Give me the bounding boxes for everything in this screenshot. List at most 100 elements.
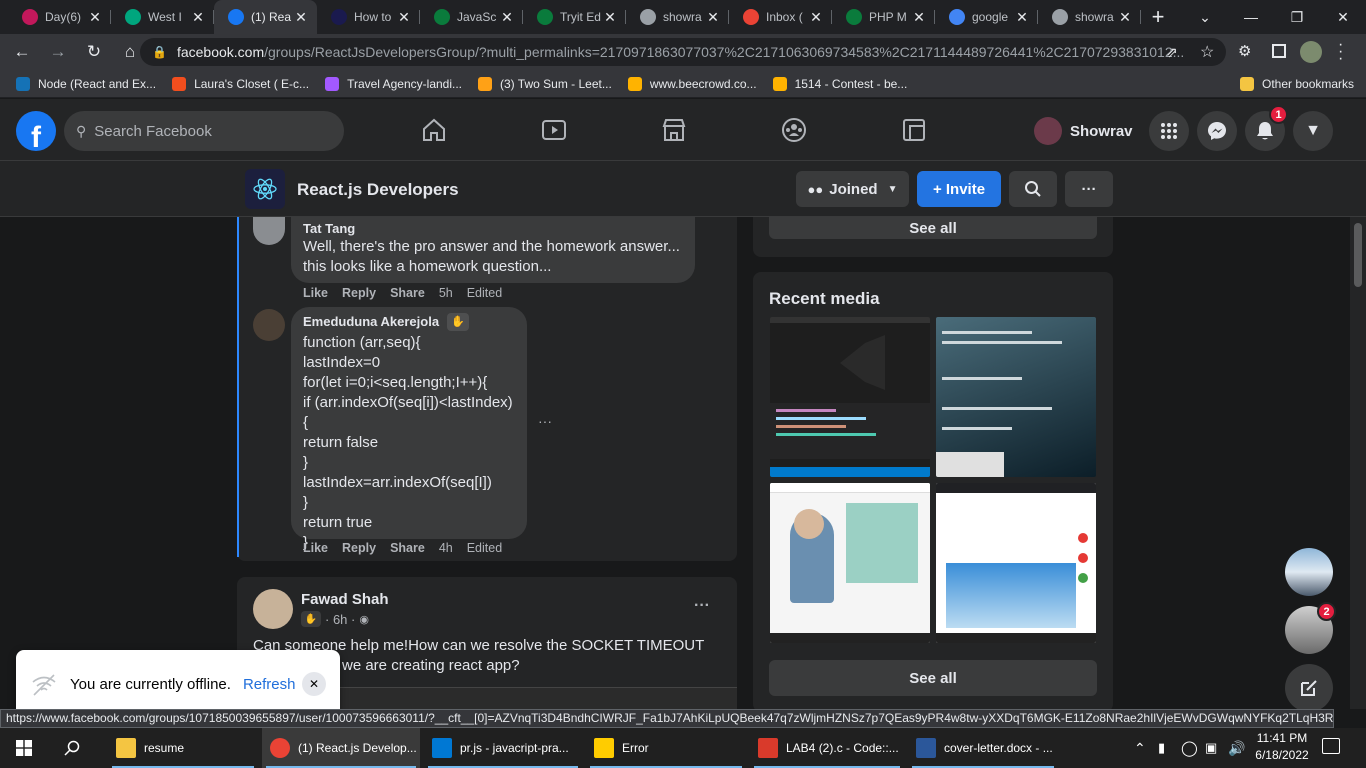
like-button[interactable]: Like <box>303 541 328 555</box>
media-thumbnail[interactable] <box>936 317 1096 477</box>
windows-start-icon[interactable] <box>0 728 48 768</box>
other-bookmarks[interactable]: Other bookmarks <box>1240 76 1354 91</box>
media-thumbnail[interactable] <box>770 317 930 477</box>
refresh-link[interactable]: Refresh <box>243 676 296 693</box>
user-profile-chip[interactable]: Showrav <box>1034 113 1133 149</box>
see-all-button[interactable]: See all <box>769 660 1097 696</box>
side-panel-icon[interactable] <box>1272 44 1286 58</box>
tab-close-icon[interactable]: ✕ <box>808 9 824 26</box>
close-icon[interactable]: ✕ <box>302 672 326 696</box>
bookmark-item[interactable]: Laura's Closet ( E-c... <box>172 76 309 91</box>
browser-tab[interactable]: PHP M ✕ <box>832 0 935 34</box>
account-chevron-down-icon[interactable]: ▼ <box>1293 111 1333 151</box>
invite-button[interactable]: + Invite <box>917 171 1001 207</box>
browser-tab[interactable]: Day(6) ✕ <box>8 0 111 34</box>
media-thumbnail[interactable] <box>770 483 930 643</box>
browser-tab[interactable]: showra ✕ <box>1038 0 1141 34</box>
browser-tab[interactable]: How to ✕ <box>317 0 420 34</box>
post-options-button[interactable]: ··· <box>694 597 710 615</box>
comment-options-icon[interactable]: ··· <box>538 413 552 429</box>
page-scrollbar[interactable] <box>1350 217 1366 709</box>
comment-author[interactable]: Emeduduna Akerejola <box>303 314 439 330</box>
tab-close-icon[interactable]: ✕ <box>911 9 927 26</box>
network-globe-icon[interactable]: ◯ <box>1181 739 1198 757</box>
tab-close-icon[interactable]: ✕ <box>705 9 721 26</box>
keyboard-icon[interactable]: ▣ <box>1205 740 1217 756</box>
post-time[interactable]: · 6h · <box>325 612 355 627</box>
scrollbar-thumb[interactable] <box>1354 223 1362 287</box>
tab-close-icon[interactable]: ✕ <box>396 9 412 26</box>
avatar[interactable] <box>253 309 285 341</box>
joined-button[interactable]: ●● Joined ▼ <box>796 171 909 207</box>
tab-close-icon[interactable]: ✕ <box>499 9 515 26</box>
minimize-button[interactable]: — <box>1228 0 1274 34</box>
taskbar-app[interactable]: (1) React.js Develop... <box>262 728 420 768</box>
search-input[interactable]: ⚲ Search Facebook <box>64 111 344 151</box>
tab-search-chevron-icon[interactable]: ⌄ <box>1182 0 1228 34</box>
groups-nav-icon[interactable] <box>738 99 850 161</box>
taskbar-app[interactable]: pr.js - javacript-pra... <box>424 728 582 768</box>
share-icon[interactable]: ⇗ <box>1166 44 1178 61</box>
group-more-button[interactable]: ··· <box>1065 171 1113 207</box>
bookmark-item[interactable]: Travel Agency-landi... <box>325 76 462 91</box>
tab-close-icon[interactable]: ✕ <box>1014 9 1030 26</box>
gaming-nav-icon[interactable] <box>858 99 970 161</box>
back-arrow-icon[interactable]: ← <box>6 36 38 68</box>
taskbar-app[interactable]: LAB4 (2).c - Code::... <box>750 728 904 768</box>
browser-tab[interactable]: JavaSc ✕ <box>420 0 523 34</box>
profile-avatar[interactable] <box>1300 41 1322 63</box>
taskbar-app[interactable]: resume <box>108 728 258 768</box>
tab-close-icon[interactable]: ✕ <box>602 9 618 26</box>
home-nav-icon[interactable] <box>378 99 490 161</box>
browser-menu-icon[interactable]: · · · <box>1338 37 1343 67</box>
comment-time[interactable]: 5h <box>439 286 453 300</box>
group-thumbnail[interactable] <box>245 169 285 209</box>
bookmark-item[interactable]: www.beecrowd.co... <box>627 76 757 91</box>
browser-tab[interactable]: West I ✕ <box>111 0 214 34</box>
reply-button[interactable]: Reply <box>342 286 376 300</box>
star-icon[interactable]: ☆ <box>1200 42 1214 62</box>
tab-close-icon[interactable]: ✕ <box>1117 9 1133 26</box>
browser-tab[interactable]: google ✕ <box>935 0 1038 34</box>
clock[interactable]: 11:41 PM 6/18/2022 <box>1252 730 1312 764</box>
like-button[interactable]: Like <box>303 286 328 300</box>
notification-center-icon[interactable] <box>1322 738 1340 754</box>
reply-button[interactable]: Reply <box>342 541 376 555</box>
tab-close-icon[interactable]: ✕ <box>87 9 103 26</box>
messenger-icon[interactable] <box>1197 111 1237 151</box>
bookmark-item[interactable]: Node (React and Ex... <box>16 76 156 91</box>
browser-tab[interactable]: Inbox (✕ <box>729 0 832 34</box>
browser-tab[interactable]: Tryit Ed ✕ <box>523 0 626 34</box>
tab-close-icon[interactable]: ✕ <box>293 9 309 26</box>
battery-icon[interactable]: ▮ <box>1158 740 1165 756</box>
forward-arrow-icon[interactable]: → <box>42 36 74 68</box>
see-all-button[interactable]: See all <box>769 217 1097 239</box>
comment-author[interactable]: Tat Tang <box>303 221 683 237</box>
extensions-icon[interactable]: ⚙ <box>1238 42 1251 60</box>
address-bar[interactable]: 🔒 facebook.com/groups/ReactJsDevelopersG… <box>140 38 1226 66</box>
volume-icon[interactable]: 🔊 <box>1228 740 1245 757</box>
post-author[interactable]: Fawad Shah <box>301 591 389 608</box>
marketplace-nav-icon[interactable] <box>618 99 730 161</box>
avatar[interactable] <box>253 589 293 629</box>
share-button[interactable]: Share <box>390 286 425 300</box>
search-icon[interactable] <box>48 728 96 768</box>
restore-button[interactable]: ❐ <box>1274 0 1320 34</box>
menu-grid-icon[interactable] <box>1149 111 1189 151</box>
tab-close-icon[interactable]: ✕ <box>190 9 206 26</box>
new-message-button[interactable] <box>1285 664 1333 712</box>
taskbar-app[interactable]: Error <box>586 728 746 768</box>
taskbar-app[interactable]: cover-letter.docx - ... <box>908 728 1058 768</box>
watch-nav-icon[interactable] <box>498 99 610 161</box>
facebook-logo[interactable]: f <box>16 111 56 151</box>
group-search-button[interactable] <box>1009 171 1057 207</box>
group-name[interactable]: React.js Developers <box>297 180 459 200</box>
media-thumbnail[interactable] <box>936 483 1096 643</box>
close-window-button[interactable]: ✕ <box>1320 0 1366 34</box>
comment-time[interactable]: 4h <box>439 541 453 555</box>
bookmark-item[interactable]: (3) Two Sum - Leet... <box>478 76 612 91</box>
chat-head-avatar[interactable] <box>1285 548 1333 596</box>
new-tab-button[interactable]: + <box>1141 0 1175 34</box>
browser-tab[interactable]: showra ✕ <box>626 0 729 34</box>
bookmark-item[interactable]: 1514 - Contest - be... <box>772 76 907 91</box>
